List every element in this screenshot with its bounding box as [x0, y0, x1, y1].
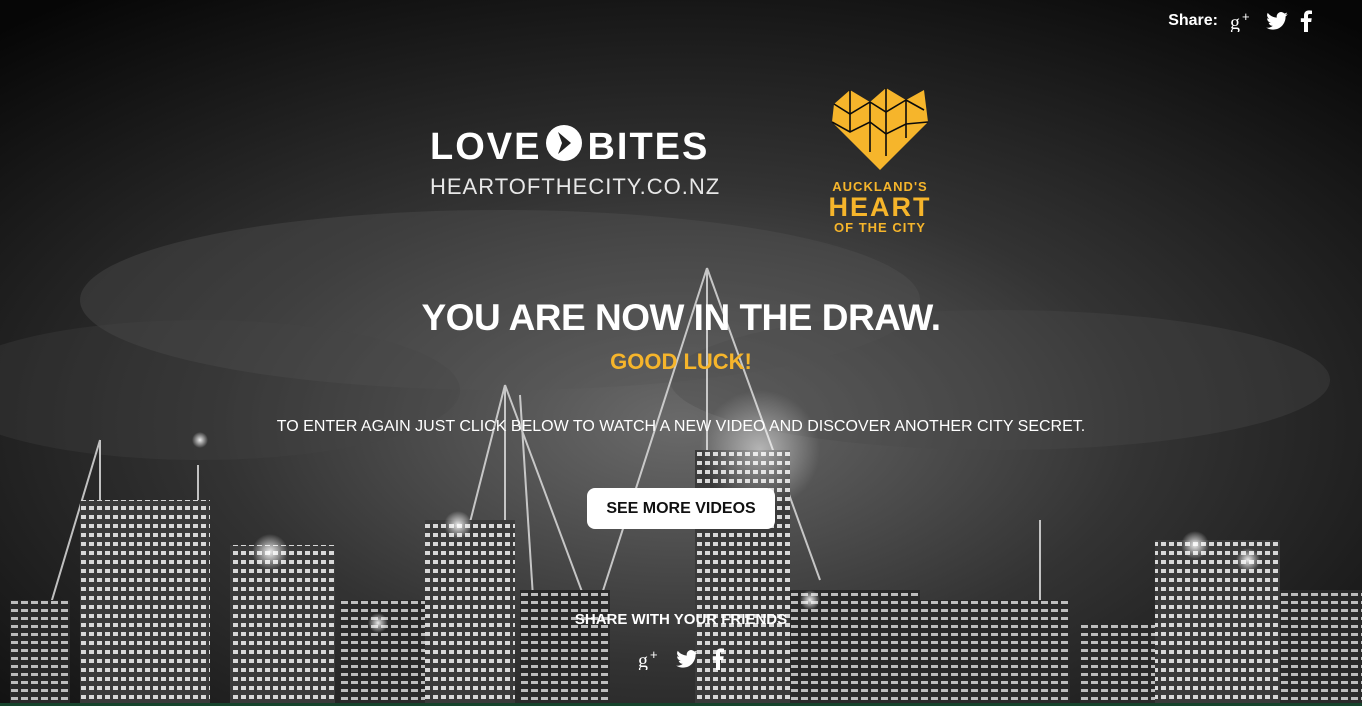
share-with-friends-label: SHARE WITH YOUR FRIENDS — [574, 611, 788, 628]
lovebites-wordmark: LOVE BITES — [430, 124, 707, 170]
svg-text:g: g — [638, 650, 648, 670]
twitter-icon[interactable] — [1266, 12, 1288, 30]
lovebites-url: HEARTOFTHECITY.CO.NZ — [430, 174, 721, 199]
share-bar: Share: g + — [1168, 10, 1312, 32]
google-plus-icon[interactable]: g + — [1230, 10, 1254, 32]
heart-logo-line2: HEART — [828, 192, 932, 222]
google-plus-icon[interactable]: g + — [638, 648, 662, 670]
lovebites-logo[interactable]: LOVE BITES HEARTOFTHECITY.CO.NZ — [430, 124, 721, 200]
play-arrow-icon — [545, 124, 583, 170]
instructions-text: TO ENTER AGAIN JUST CLICK BELOW TO WATCH… — [276, 418, 1086, 435]
share-friends-icons: g + — [0, 648, 1362, 670]
heart-logo-line3: OF THE CITY — [834, 220, 926, 235]
heart-buildings-icon — [831, 88, 929, 170]
bites-word: BITES — [587, 126, 710, 168]
share-label: Share: — [1168, 12, 1218, 29]
good-luck-subheading: GOOD LUCK! — [610, 349, 752, 374]
facebook-icon[interactable] — [712, 648, 724, 670]
love-word: LOVE — [430, 126, 542, 168]
see-more-videos-button[interactable]: SEE MORE VIDEOS — [587, 488, 775, 529]
twitter-icon[interactable] — [676, 648, 698, 670]
facebook-icon[interactable] — [1300, 10, 1312, 32]
heart-of-the-city-logo[interactable]: AUCKLAND'S HEART OF THE CITY — [826, 82, 934, 235]
svg-text:+: + — [650, 648, 658, 662]
svg-text:g: g — [1230, 12, 1240, 32]
svg-text:+: + — [1242, 10, 1250, 24]
page-title: YOU ARE NOW IN THE DRAW. — [421, 297, 941, 338]
